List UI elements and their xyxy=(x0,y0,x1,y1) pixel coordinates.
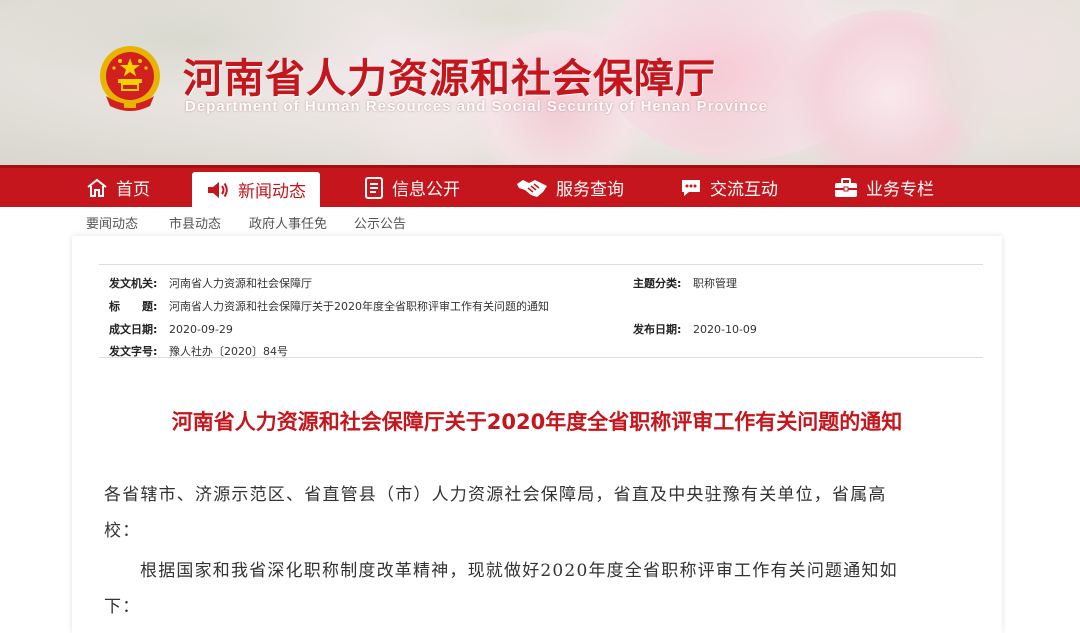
paragraph-line: 根据国家和我省深化职称制度改革精神，现就做好2020年度全省职称评审工作有关问题… xyxy=(140,561,898,581)
paragraph-line: 各省辖市、济源示范区、省直管县（市）人力资源社会保障局，省直及中央驻豫有关单位，… xyxy=(104,485,887,505)
meta-label: 标 题: xyxy=(109,300,158,313)
meta-row-docno: 发文字号: 豫人社办〔2020〕84号 xyxy=(109,343,288,359)
nav-item-home[interactable]: 首页 xyxy=(86,168,150,207)
nav-label: 交流互动 xyxy=(710,180,778,200)
nav-item-service[interactable]: 服务查询 xyxy=(516,168,624,207)
meta-label: 发文机关: xyxy=(109,277,158,290)
site-subtitle: Department of Human Resources and Social… xyxy=(185,98,768,115)
meta-row-title: 标 题: 河南省人力资源和社会保障厅关于2020年度全省职称评审工作有关问题的通知 xyxy=(109,298,549,314)
document-icon xyxy=(365,176,383,199)
speaker-icon xyxy=(208,181,228,198)
nav-label: 首页 xyxy=(116,180,150,200)
sub-nav: 要闻动态 市县动态 政府人事任免 公示公告 xyxy=(0,207,1080,235)
subnav-item-headlines[interactable]: 要闻动态 xyxy=(86,213,138,232)
document-meta-table: 发文机关: 河南省人力资源和社会保障厅 主题分类: 职称管理 标 题: 河南省人力资源… xyxy=(99,264,983,358)
chat-icon xyxy=(682,179,700,196)
meta-value-publish: 2020-10-09 xyxy=(693,323,757,336)
article-paragraph: 根据国家和我省深化职称制度改革精神，现就做好2020年度全省职称评审工作有关问题… xyxy=(104,553,974,625)
meta-row-publish: 发布日期: 2020-10-09 xyxy=(633,321,757,337)
article-panel: 发文机关: 河南省人力资源和社会保障厅 主题分类: 职称管理 标 题: 河南省人力资源… xyxy=(72,236,1002,633)
paragraph-line: 校： xyxy=(104,521,141,541)
meta-value-issuer: 河南省人力资源和社会保障厅 xyxy=(169,277,312,290)
meta-label: 成文日期: xyxy=(109,323,158,336)
home-icon xyxy=(87,178,107,197)
subnav-item-announcements[interactable]: 公示公告 xyxy=(354,213,406,232)
nav-label: 业务专栏 xyxy=(866,180,934,200)
paragraph-line: 下： xyxy=(104,597,141,617)
meta-label: 发布日期: xyxy=(633,323,682,336)
article-paragraph: 各省辖市、济源示范区、省直管县（市）人力资源社会保障局，省直及中央驻豫有关单位，… xyxy=(104,477,974,549)
briefcase-icon xyxy=(835,177,857,197)
nav-item-business[interactable]: 业务专栏 xyxy=(834,168,934,207)
subnav-item-appointments[interactable]: 政府人事任免 xyxy=(249,213,327,232)
nav-item-interaction[interactable]: 交流互动 xyxy=(680,168,778,207)
site-title: 河南省人力资源和社会保障厅 xyxy=(183,55,716,102)
meta-row-category: 主题分类: 职称管理 xyxy=(633,275,737,291)
meta-value-title: 河南省人力资源和社会保障厅关于2020年度全省职称评审工作有关问题的通知 xyxy=(169,300,549,313)
meta-label: 主题分类: xyxy=(633,277,682,290)
article-title: 河南省人力资源和社会保障厅关于2020年度全省职称评审工作有关问题的通知 xyxy=(171,410,903,434)
meta-row-date: 成文日期: 2020-09-29 xyxy=(109,321,233,337)
nav-label: 服务查询 xyxy=(556,180,624,200)
subnav-item-city-news[interactable]: 市县动态 xyxy=(169,213,221,232)
nav-label: 信息公开 xyxy=(392,180,460,200)
main-nav: 首页 新闻动态 信息公开 服务查询 交流互动 业务专栏 xyxy=(0,165,1080,207)
meta-value-category: 职称管理 xyxy=(693,277,737,290)
handshake-icon xyxy=(517,179,547,197)
meta-label: 发文字号: xyxy=(109,345,158,358)
meta-value-docno: 豫人社办〔2020〕84号 xyxy=(169,345,288,358)
meta-value-date: 2020-09-29 xyxy=(169,323,233,336)
meta-row-issuer: 发文机关: 河南省人力资源和社会保障厅 xyxy=(109,275,312,291)
nav-label: 新闻动态 xyxy=(238,182,306,202)
nav-item-info[interactable]: 信息公开 xyxy=(364,168,460,207)
header-banner: 河南省人力资源和社会保障厅 Department of Human Resour… xyxy=(0,0,1080,165)
national-emblem-icon[interactable] xyxy=(98,44,162,116)
nav-item-news[interactable]: 新闻动态 xyxy=(192,172,320,207)
